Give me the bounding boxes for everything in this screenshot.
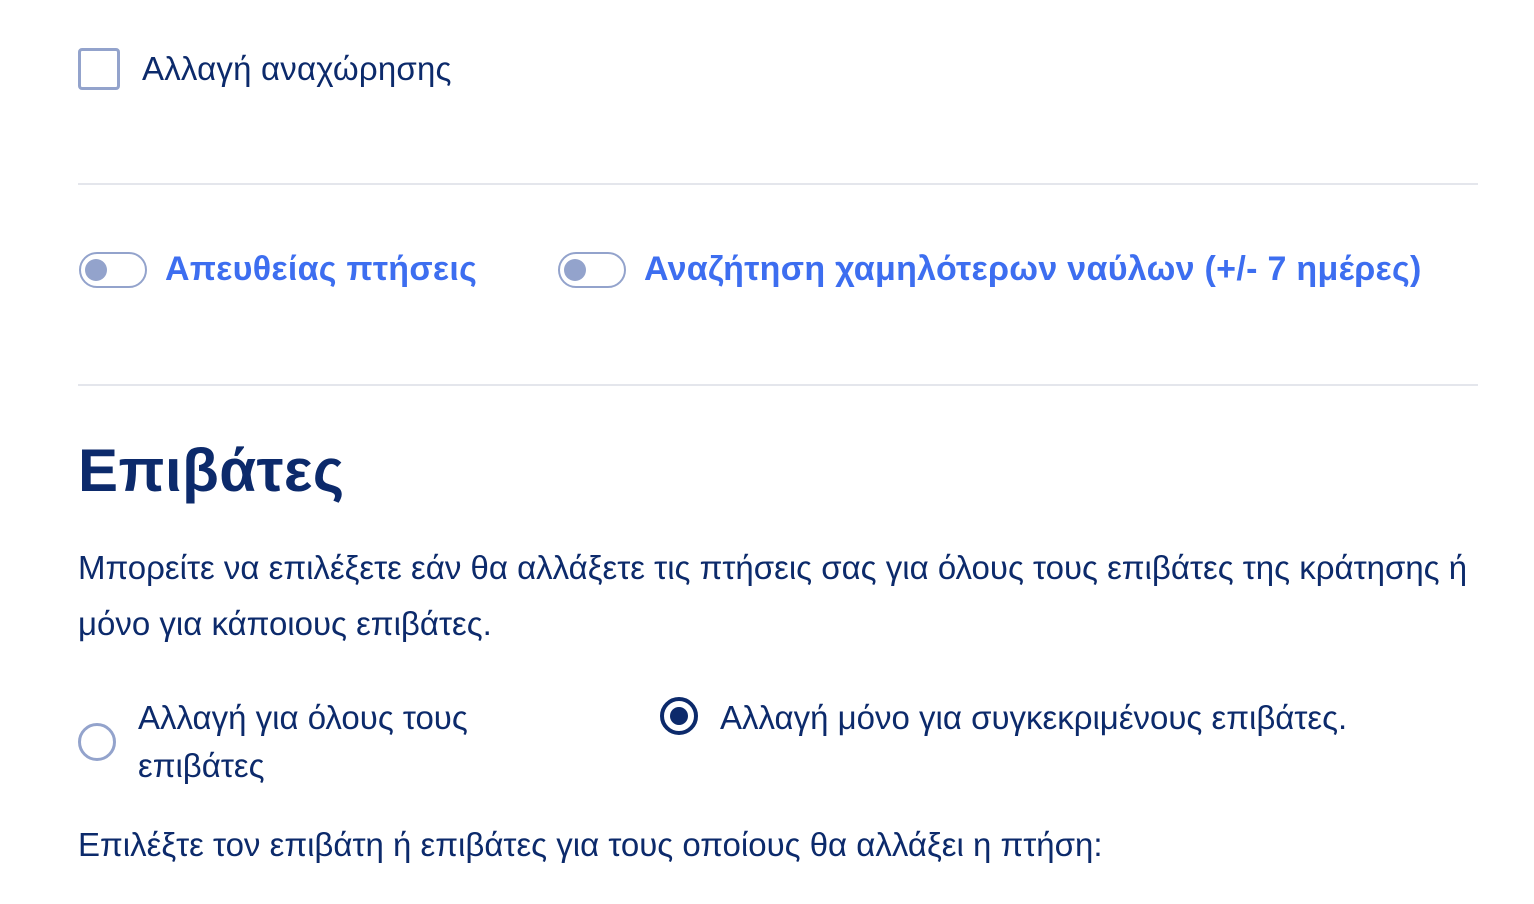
divider [78, 384, 1478, 386]
lower-fares-toggle[interactable]: Αναζήτηση χαμηλότερων ναύλων (+/- 7 ημέρ… [558, 250, 1422, 289]
toggle-track[interactable] [79, 251, 147, 288]
divider [78, 183, 1478, 185]
direct-flights-label[interactable]: Απευθείας πτήσεις [165, 250, 477, 289]
passengers-description: Μπορείτε να επιλέξετε εάν θα αλλάξετε τι… [78, 549, 1468, 642]
toggle-knob [85, 258, 107, 281]
radio-specific-passengers-label[interactable]: Αλλαγή μόνο για συγκεκριμένους επιβάτες. [720, 694, 1347, 742]
radio-button[interactable] [78, 723, 116, 761]
radio-button-selected[interactable] [660, 697, 698, 735]
toggle-knob [564, 258, 586, 281]
toggle-track[interactable] [558, 251, 626, 288]
lower-fares-label[interactable]: Αναζήτηση χαμηλότερων ναύλων (+/- 7 ημέρ… [644, 250, 1422, 289]
flight-change-form: Αλλαγή αναχώρησης Απευθείας πτήσεις Αναζ… [0, 0, 1534, 904]
radio-specific-passengers[interactable]: Αλλαγή μόνο για συγκεκριμένους επιβάτες. [660, 694, 1347, 742]
direct-flights-toggle[interactable]: Απευθείας πτήσεις [79, 250, 477, 289]
radio-all-passengers-label[interactable]: Αλλαγή για όλους τους επιβάτες [138, 694, 558, 790]
departure-change-checkbox[interactable]: Αλλαγή αναχώρησης [78, 48, 452, 90]
departure-change-label[interactable]: Αλλαγή αναχώρησης [142, 50, 452, 88]
passengers-title: Επιβάτες [78, 437, 345, 504]
select-passengers-prompt: Επιλέξτε τον επιβάτη ή επιβάτες για τους… [78, 826, 1103, 863]
checkbox-box[interactable] [78, 48, 120, 90]
radio-all-passengers[interactable]: Αλλαγή για όλους τους επιβάτες [78, 694, 558, 790]
